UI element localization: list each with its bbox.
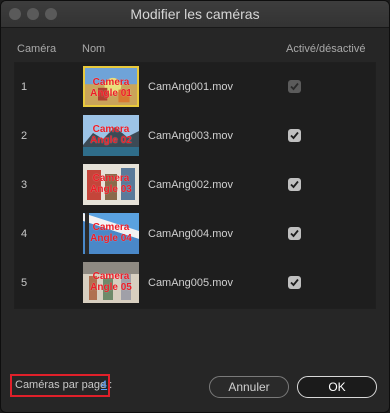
camera-thumbnail[interactable]: Camera Angle 04 bbox=[83, 213, 139, 254]
camera-number: 5 bbox=[21, 277, 28, 289]
enabled-checkbox[interactable] bbox=[288, 129, 301, 142]
camera-list[interactable]: 1 Camera Angle 01 CamAng001.mov 2 Camera… bbox=[14, 62, 376, 309]
column-header-camera: Caméra bbox=[17, 43, 57, 55]
thumbnail-label: Camera Angle 05 bbox=[90, 271, 132, 293]
ok-button[interactable]: OK bbox=[297, 376, 377, 398]
checkmark-icon bbox=[290, 131, 299, 140]
cameras-per-page-value[interactable]: 4 bbox=[101, 379, 107, 391]
camera-number: 2 bbox=[21, 130, 28, 142]
cameras-per-page-label: Caméras par page : bbox=[15, 379, 113, 391]
thumbnail-label: Camera Angle 01 bbox=[90, 77, 132, 99]
camera-filename: CamAng002.mov bbox=[148, 179, 233, 191]
enabled-checkbox bbox=[288, 80, 301, 93]
camera-filename: CamAng005.mov bbox=[148, 277, 233, 289]
title-bar: Modifier les caméras bbox=[1, 1, 389, 28]
modify-cameras-dialog: Modifier les caméras Caméra Nom Activé/d… bbox=[0, 0, 390, 413]
column-header-enabled: Activé/désactivé bbox=[286, 43, 366, 55]
cancel-button[interactable]: Annuler bbox=[209, 376, 289, 398]
camera-filename: CamAng004.mov bbox=[148, 228, 233, 240]
thumbnail-label: Camera Angle 04 bbox=[90, 222, 132, 244]
camera-row[interactable]: 4 Camera Angle 04 CamAng004.mov bbox=[15, 210, 375, 259]
column-header-name: Nom bbox=[82, 43, 106, 55]
camera-filename: CamAng001.mov bbox=[148, 81, 233, 93]
camera-number: 1 bbox=[21, 81, 28, 93]
camera-row[interactable]: 3 Camera Angle 03 CamAng002.mov bbox=[15, 161, 375, 210]
camera-thumbnail[interactable]: Camera Angle 01 bbox=[83, 66, 139, 107]
checkmark-icon bbox=[290, 229, 299, 238]
camera-row[interactable]: 5 Camera Angle 05 CamAng005.mov bbox=[15, 259, 375, 308]
camera-number: 4 bbox=[21, 228, 28, 240]
camera-thumbnail[interactable]: Camera Angle 05 bbox=[83, 262, 139, 303]
checkmark-icon bbox=[290, 278, 299, 287]
enabled-checkbox[interactable] bbox=[288, 227, 301, 240]
thumbnail-label: Camera Angle 03 bbox=[90, 173, 132, 195]
camera-row[interactable]: 1 Camera Angle 01 CamAng001.mov bbox=[15, 63, 375, 112]
checkmark-icon bbox=[290, 180, 299, 189]
enabled-checkbox[interactable] bbox=[288, 178, 301, 191]
camera-thumbnail[interactable]: Camera Angle 03 bbox=[83, 164, 139, 205]
camera-number: 3 bbox=[21, 179, 28, 191]
enabled-checkbox[interactable] bbox=[288, 276, 301, 289]
thumbnail-label: Camera Angle 02 bbox=[90, 124, 132, 146]
camera-filename: CamAng003.mov bbox=[148, 130, 233, 142]
camera-thumbnail[interactable]: Camera Angle 02 bbox=[83, 115, 139, 156]
checkmark-icon bbox=[290, 82, 299, 91]
dialog-title: Modifier les caméras bbox=[130, 6, 260, 22]
camera-row[interactable]: 2 Camera Angle 02 CamAng003.mov bbox=[15, 112, 375, 161]
